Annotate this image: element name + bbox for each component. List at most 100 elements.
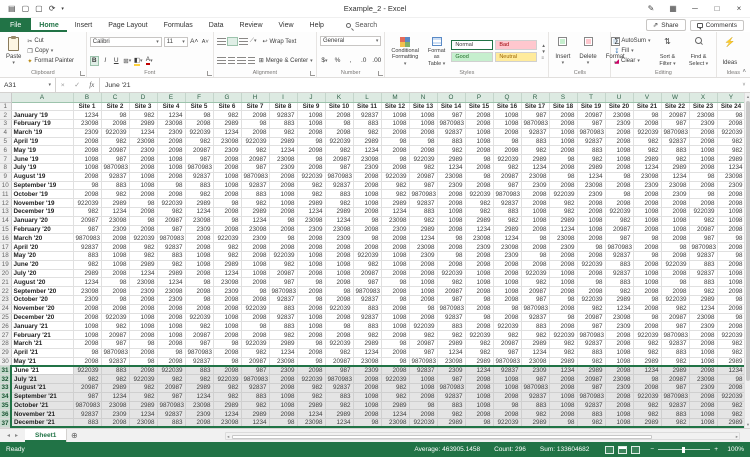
- cell-style-normal[interactable]: Normal: [451, 40, 494, 50]
- collapse-ribbon-icon[interactable]: ˄: [742, 69, 746, 75]
- grid-cell[interactable]: 982: [157, 207, 186, 217]
- grid-cell[interactable]: 987: [101, 154, 130, 165]
- grid-cell[interactable]: 2098: [73, 304, 102, 314]
- grid-cell[interactable]: 982: [437, 145, 466, 156]
- grid-cell[interactable]: 982: [717, 401, 744, 411]
- grid-cell[interactable]: 9870983: [185, 348, 214, 358]
- grid-cell[interactable]: 2989: [577, 163, 606, 173]
- grid-cell[interactable]: 922039: [717, 128, 744, 138]
- grid-cell[interactable]: 922039: [633, 330, 662, 341]
- autosum-button[interactable]: Σ AutoSum ▾: [614, 36, 650, 46]
- grid-cell[interactable]: 23098: [381, 418, 410, 428]
- grid-cell[interactable]: 23098: [605, 313, 634, 323]
- grid-cell[interactable]: 982: [325, 401, 354, 411]
- grid-cell-A26[interactable]: January '21: [11, 321, 74, 332]
- zoom-slider-thumb[interactable]: [682, 446, 686, 453]
- grid-cell[interactable]: 1234: [73, 277, 102, 288]
- grid-cell[interactable]: 1098: [409, 383, 438, 393]
- grid-cell[interactable]: 98: [549, 313, 578, 323]
- grid-cell[interactable]: 2309: [577, 189, 606, 200]
- grid-cell[interactable]: 2098: [689, 330, 718, 341]
- grid-cell[interactable]: 922039: [549, 330, 578, 341]
- font-size-select[interactable]: 11 ▾: [163, 36, 188, 47]
- grid-cell[interactable]: 2098: [381, 233, 410, 244]
- grid-cell[interactable]: 2989: [185, 198, 214, 209]
- grid-cell[interactable]: 922039: [213, 374, 242, 384]
- grid-cell[interactable]: 23098: [101, 216, 130, 226]
- grid-cell[interactable]: 883: [521, 401, 550, 411]
- grid-cell[interactable]: 1098: [353, 392, 382, 402]
- grid-cell[interactable]: 2989: [661, 364, 690, 376]
- grid-cell[interactable]: 9870983: [577, 330, 606, 341]
- grid-cell[interactable]: 2098: [717, 119, 744, 129]
- grid-cell[interactable]: 98: [185, 110, 214, 121]
- grid-cell[interactable]: 2098: [269, 207, 298, 217]
- grid-cell[interactable]: 922039: [101, 313, 130, 323]
- grid-cell[interactable]: 23098: [437, 172, 466, 182]
- grid-cell[interactable]: 98: [437, 233, 466, 244]
- minimize-button[interactable]: ─: [684, 0, 706, 18]
- grid-cell-A25[interactable]: December '20: [11, 313, 74, 323]
- grid-cell[interactable]: 1098: [633, 216, 662, 226]
- grid-cell[interactable]: 98: [521, 251, 550, 261]
- grid-cell[interactable]: 2098: [493, 313, 522, 323]
- grid-cell[interactable]: 9870983: [661, 392, 690, 402]
- grid-cell[interactable]: 2098: [297, 269, 326, 279]
- grid-cell[interactable]: 883: [521, 321, 550, 332]
- grid-cell[interactable]: 2098: [269, 409, 298, 420]
- grid-cell-A12[interactable]: November '19: [11, 198, 74, 209]
- grid-cell[interactable]: 1098: [297, 251, 326, 261]
- grid-cell[interactable]: 2098: [717, 242, 744, 253]
- row-header-33[interactable]: 33: [0, 383, 12, 393]
- grid-cell[interactable]: 2098: [605, 401, 634, 411]
- grid-cell[interactable]: 1234: [549, 225, 578, 235]
- grid-cell[interactable]: 2989: [521, 154, 550, 165]
- grid-cell[interactable]: 982: [661, 418, 690, 428]
- grid-cell[interactable]: 922039: [577, 260, 606, 270]
- grid-cell[interactable]: 92837: [101, 172, 130, 182]
- clear-button[interactable]: ◢ Clear ▾: [614, 56, 650, 66]
- grid-cell[interactable]: 1098: [549, 401, 578, 411]
- grid-cell[interactable]: 922039: [381, 172, 410, 182]
- grid-cell[interactable]: 9870983: [157, 233, 186, 244]
- grid-cell[interactable]: 883: [577, 145, 606, 156]
- grid-cell[interactable]: 1098: [689, 409, 718, 420]
- grid-cell[interactable]: 20987: [577, 313, 606, 323]
- grid-cell[interactable]: 98: [717, 251, 744, 261]
- grid-cell[interactable]: 98: [465, 154, 494, 165]
- grid-cell[interactable]: 2098: [689, 339, 718, 349]
- grid-cell[interactable]: 98: [493, 401, 522, 411]
- grid-cell[interactable]: 883: [353, 321, 382, 332]
- grid-cell[interactable]: 982: [549, 348, 578, 358]
- grid-cell[interactable]: 1234: [521, 163, 550, 173]
- grid-cell[interactable]: 2098: [213, 189, 242, 200]
- grid-cell[interactable]: 2098: [549, 304, 578, 314]
- grid-cell[interactable]: 883: [269, 304, 298, 314]
- clipboard-dialog-launcher[interactable]: [79, 71, 85, 76]
- grid-cell[interactable]: 1234: [101, 207, 130, 217]
- grid-cell[interactable]: 883: [605, 277, 634, 288]
- grid-cell[interactable]: 2098: [241, 242, 270, 253]
- grid-cell[interactable]: 987: [409, 181, 438, 191]
- grid-cell[interactable]: 1234: [129, 269, 158, 279]
- enter-icon[interactable]: ✓: [74, 81, 80, 89]
- grid-cell[interactable]: 1234: [661, 172, 690, 182]
- grid-cell[interactable]: 2098: [633, 260, 662, 270]
- grid-cell[interactable]: 922039: [325, 304, 354, 314]
- share-button[interactable]: ⇗ Share: [645, 19, 686, 31]
- grid-cell[interactable]: 2989: [717, 154, 744, 165]
- grid-cell[interactable]: 2098: [577, 198, 606, 209]
- grid-cell[interactable]: 883: [269, 119, 298, 129]
- grid-cell[interactable]: 23098: [157, 286, 186, 297]
- grid-cell[interactable]: 987: [689, 233, 718, 244]
- column-header-Y[interactable]: Y: [717, 93, 744, 103]
- column-header-I[interactable]: I: [269, 93, 298, 103]
- grid-cell[interactable]: 2989: [213, 260, 242, 270]
- grid-cell[interactable]: 982: [129, 392, 158, 402]
- grid-cell[interactable]: 1098: [493, 374, 522, 384]
- row-header-21[interactable]: 21: [0, 277, 12, 288]
- grid-cell[interactable]: 982: [605, 216, 634, 226]
- grid-cell[interactable]: 922039: [185, 313, 214, 323]
- grid-cell[interactable]: 2098: [493, 269, 522, 279]
- grid-cell[interactable]: 2098: [73, 357, 102, 367]
